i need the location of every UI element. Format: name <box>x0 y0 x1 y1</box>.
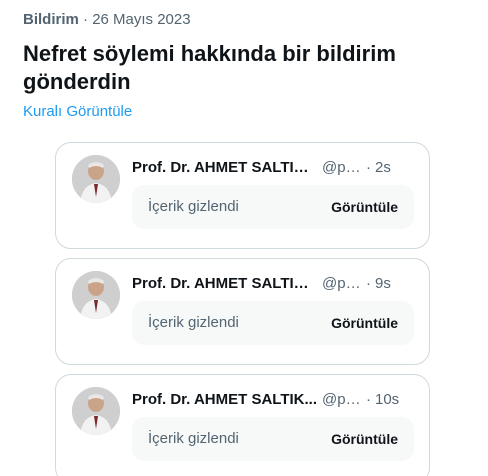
reported-post-card[interactable]: Prof. Dr. AHMET SALTIK... @pr... · 10s İ… <box>55 374 430 476</box>
avatar[interactable] <box>72 387 120 435</box>
person-photo-icon <box>72 155 120 203</box>
view-rule-link[interactable]: Kuralı Görüntüle <box>23 103 132 120</box>
post-time[interactable]: 2s <box>375 159 391 176</box>
notification-title: Nefret söylemi hakkında bir bildirim gön… <box>23 41 396 94</box>
post-meta: Prof. Dr. AHMET SALTIK ... @pr... · 2s <box>132 157 413 177</box>
header-separator: · <box>78 11 93 28</box>
avatar[interactable] <box>72 271 120 319</box>
reported-post-card[interactable]: Prof. Dr. AHMET SALTIK ... @pr... · 9s İ… <box>55 258 430 365</box>
hidden-content-label: İçerik gizlendi <box>148 430 239 447</box>
author-handle[interactable]: @pr... <box>322 275 362 292</box>
notification-header: Bildirim · 26 Mayıs 2023 <box>23 11 191 28</box>
post-meta: Prof. Dr. AHMET SALTIK ... @pr... · 9s <box>132 273 413 293</box>
reported-post-card[interactable]: Prof. Dr. AHMET SALTIK ... @pr... · 2s İ… <box>55 142 430 249</box>
author-name[interactable]: Prof. Dr. AHMET SALTIK... <box>132 391 317 408</box>
view-content-button[interactable]: Görüntüle <box>331 199 398 215</box>
meta-separator: · <box>366 274 371 292</box>
author-name[interactable]: Prof. Dr. AHMET SALTIK ... <box>132 159 317 176</box>
hidden-content-label: İçerik gizlendi <box>148 198 239 215</box>
meta-separator: · <box>366 390 371 408</box>
author-handle[interactable]: @pr... <box>322 391 362 408</box>
author-handle[interactable]: @pr... <box>322 159 362 176</box>
view-content-button[interactable]: Görüntüle <box>331 315 398 331</box>
author-name[interactable]: Prof. Dr. AHMET SALTIK ... <box>132 275 317 292</box>
hidden-content-box: İçerik gizlendi Görüntüle <box>132 417 414 461</box>
hidden-content-box: İçerik gizlendi Görüntüle <box>132 301 414 345</box>
post-time[interactable]: 9s <box>375 275 391 292</box>
hidden-content-box: İçerik gizlendi Görüntüle <box>132 185 414 229</box>
notification-date: 26 Mayıs 2023 <box>92 11 191 28</box>
person-photo-icon <box>72 387 120 435</box>
notification-kind: Bildirim <box>23 11 79 28</box>
post-time[interactable]: 10s <box>375 391 399 408</box>
hidden-content-label: İçerik gizlendi <box>148 314 239 331</box>
person-photo-icon <box>72 271 120 319</box>
post-meta: Prof. Dr. AHMET SALTIK... @pr... · 10s <box>132 389 413 409</box>
view-content-button[interactable]: Görüntüle <box>331 431 398 447</box>
avatar[interactable] <box>72 155 120 203</box>
meta-separator: · <box>366 158 371 176</box>
